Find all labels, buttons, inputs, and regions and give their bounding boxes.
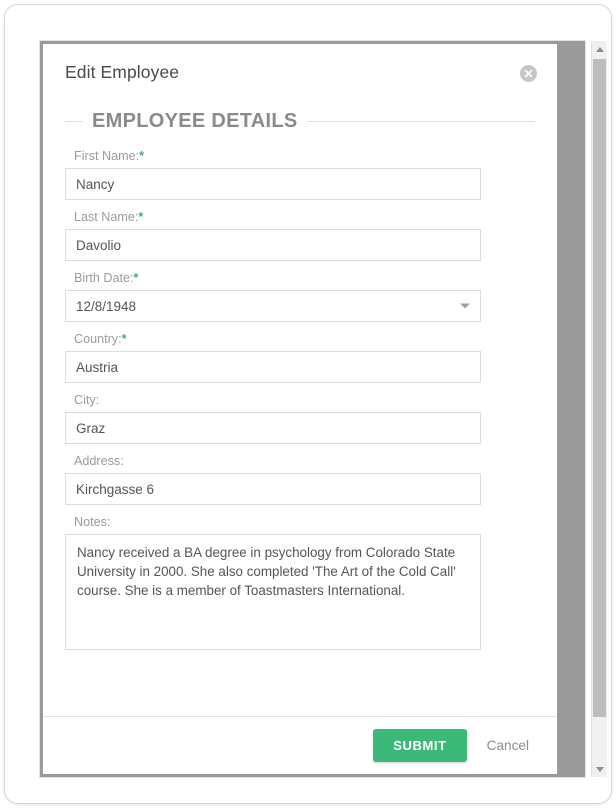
field-city: City: Graz xyxy=(65,393,535,444)
last-name-input[interactable]: Davolio xyxy=(65,229,481,261)
scroll-up-button[interactable] xyxy=(592,41,607,57)
last-name-label-text: Last Name: xyxy=(74,210,139,224)
scroll-down-button[interactable] xyxy=(592,761,607,777)
country-label-text: Country: xyxy=(74,332,122,346)
section-title: EMPLOYEE DETAILS xyxy=(92,110,298,132)
first-name-label: First Name:* xyxy=(74,149,535,163)
field-address: Address: Kirchgasse 6 xyxy=(65,454,535,505)
notes-textarea[interactable]: Nancy received a BA degree in psychology… xyxy=(65,534,481,650)
field-first-name: First Name:* Nancy xyxy=(65,149,535,200)
birth-date-label: Birth Date:* xyxy=(74,271,535,285)
dialog-header: Edit Employee xyxy=(43,44,557,101)
required-marker: * xyxy=(121,332,127,346)
required-marker: * xyxy=(138,210,144,224)
field-country: Country:* Austria xyxy=(65,332,535,383)
address-input[interactable]: Kirchgasse 6 xyxy=(65,473,481,505)
scrollbar-thumb[interactable] xyxy=(593,59,606,717)
chevron-down-icon xyxy=(460,303,470,309)
page-card: Edit Employee EMPLOYEE DETAILS First Nam… xyxy=(4,4,612,804)
chevron-up-icon xyxy=(595,46,604,52)
cancel-button[interactable]: Cancel xyxy=(481,734,535,757)
dialog-body: EMPLOYEE DETAILS First Name:* Nancy Last… xyxy=(43,110,557,650)
required-marker: * xyxy=(133,271,139,285)
field-last-name: Last Name:* Davolio xyxy=(65,210,535,261)
submit-button[interactable]: SUBMIT xyxy=(373,729,467,762)
vertical-scrollbar[interactable] xyxy=(591,41,607,777)
edit-employee-dialog: Edit Employee EMPLOYEE DETAILS First Nam… xyxy=(43,44,557,774)
window-frame: Edit Employee EMPLOYEE DETAILS First Nam… xyxy=(39,40,586,778)
first-name-label-text: First Name: xyxy=(74,149,140,163)
address-label: Address: xyxy=(74,454,124,468)
country-label: Country:* xyxy=(74,332,535,346)
field-birth-date: Birth Date:* 12/8/1948 xyxy=(65,271,535,322)
legend-rule-right xyxy=(306,121,535,122)
notes-label: Notes: xyxy=(74,515,111,529)
dialog-title: Edit Employee xyxy=(65,62,180,82)
birth-date-picker[interactable]: 12/8/1948 xyxy=(65,290,481,322)
close-icon[interactable] xyxy=(520,65,537,82)
legend-rule-left xyxy=(65,121,83,122)
last-name-label: Last Name:* xyxy=(74,210,535,224)
first-name-input[interactable]: Nancy xyxy=(65,168,481,200)
scrollbar-track[interactable] xyxy=(592,57,607,761)
section-legend: EMPLOYEE DETAILS xyxy=(65,110,535,133)
birth-date-label-text: Birth Date: xyxy=(74,271,134,285)
required-marker: * xyxy=(139,149,144,163)
city-label: City: xyxy=(74,393,100,407)
city-input[interactable]: Graz xyxy=(65,412,481,444)
field-notes: Notes: Nancy received a BA degree in psy… xyxy=(65,515,535,650)
country-input[interactable]: Austria xyxy=(65,351,481,383)
chevron-down-icon xyxy=(595,766,604,772)
birth-date-value: 12/8/1948 xyxy=(76,298,137,314)
dialog-footer: SUBMIT Cancel xyxy=(43,716,557,774)
